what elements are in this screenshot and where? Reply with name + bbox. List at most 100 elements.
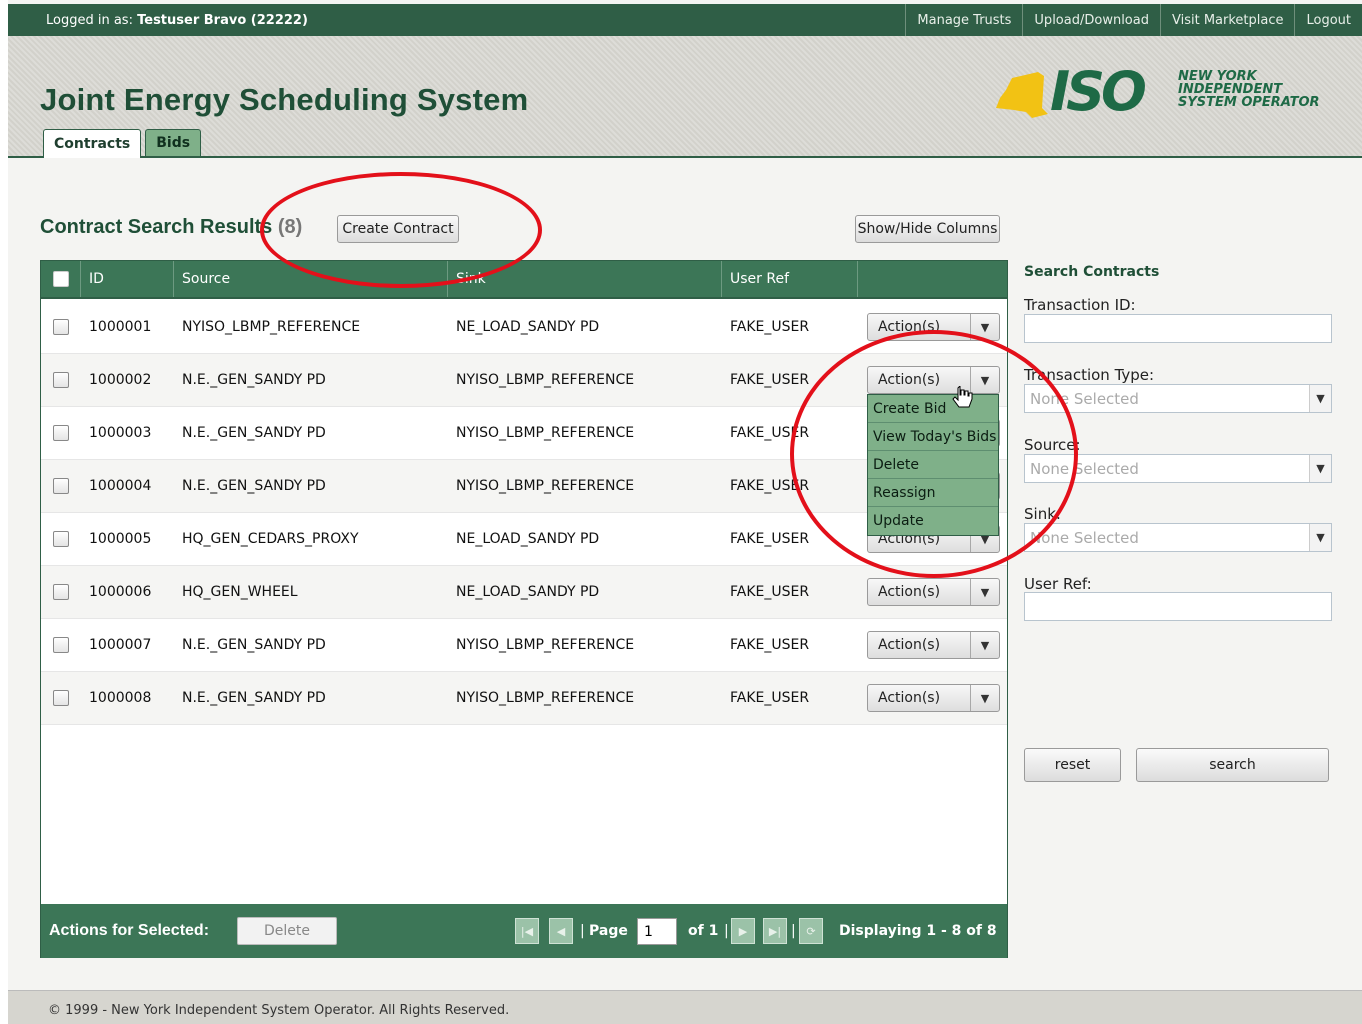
login-prefix: Logged in as: [46, 12, 133, 28]
cell-id: 1000006 [89, 584, 152, 600]
hand-cursor-icon [952, 386, 973, 408]
tab-contracts[interactable]: Contracts [43, 129, 142, 158]
copyright-text: © 1999 - New York Independent System Ope… [48, 1003, 510, 1018]
logo-iso-text: ISO [1050, 60, 1147, 123]
actions-label: Action(s) [868, 579, 971, 605]
cell-source: HQ_GEN_CEDARS_PROXY [182, 531, 359, 547]
row-checkbox[interactable] [53, 637, 69, 653]
page-header: Joint Energy Scheduling System Contracts… [8, 36, 1362, 158]
tab-bids[interactable]: Bids [145, 129, 202, 156]
transaction-id-input[interactable] [1024, 314, 1332, 343]
menu-item-view-todays-bids[interactable]: View Today's Bids [868, 423, 998, 451]
row-checkbox-cell [41, 584, 81, 600]
source-select[interactable]: None Selected ▼ [1024, 454, 1332, 483]
column-header-user-ref[interactable]: User Ref [722, 261, 858, 297]
reset-button[interactable]: reset [1024, 748, 1121, 782]
column-header-actions [858, 261, 1007, 297]
column-header-sink[interactable]: Sink [448, 261, 722, 297]
cell-id: 1000007 [89, 637, 152, 653]
upload-download-link[interactable]: Upload/Download [1022, 4, 1160, 36]
sink-label: Sink: [1024, 505, 1061, 523]
cell-user-ref: FAKE_USER [730, 478, 810, 494]
search-button[interactable]: search [1136, 748, 1329, 782]
user-ref-label: User Ref: [1024, 575, 1092, 593]
select-all-checkbox[interactable] [52, 271, 69, 287]
pager-separator-2: | [724, 923, 729, 939]
cell-source: N.E._GEN_SANDY PD [182, 372, 326, 388]
logo-subtext: NEW YORK INDEPENDENT SYSTEM OPERATOR [1178, 70, 1320, 109]
user-ref-input[interactable] [1024, 592, 1332, 621]
row-checkbox-cell [41, 425, 81, 441]
table-row[interactable]: 1000002 N.E._GEN_SANDY PD NYISO_LBMP_REFER… [41, 354, 1007, 407]
create-contract-button[interactable]: Create Contract [337, 215, 459, 243]
cell-source: N.E._GEN_SANDY PD [182, 637, 326, 653]
table-row[interactable]: 1000005 HQ_GEN_CEDARS_PROXY NE_LOAD_SANDY … [41, 513, 1007, 566]
chevron-down-icon: ▼ [980, 691, 990, 705]
column-header-source[interactable]: Source [174, 261, 448, 297]
next-page-icon[interactable]: ▶ [731, 918, 755, 944]
actions-dropdown-button[interactable]: Action(s)▼ [867, 578, 1000, 606]
actions-dropdown-button[interactable]: Action(s) ▼ [867, 631, 1000, 659]
row-checkbox[interactable] [53, 425, 69, 441]
table-row[interactable]: 1000008 N.E._GEN_SANDY PD NYISO_LBMP_REFER… [41, 672, 1007, 725]
cell-user-ref: FAKE_USER [730, 531, 810, 547]
manage-trusts-link[interactable]: Manage Trusts [905, 4, 1022, 36]
chevron-down-icon: ▼ [1309, 524, 1331, 551]
show-hide-columns-button[interactable]: Show/Hide Columns [855, 215, 1000, 243]
row-checkbox[interactable] [53, 531, 69, 547]
table-row[interactable]: 1000006 HQ_GEN_WHEEL NE_LOAD_SANDY PD FAKE_… [41, 566, 1007, 619]
actions-dropdown-button[interactable]: Action(s)▼ [867, 366, 1000, 394]
results-title-text: Contract Search Results [40, 216, 273, 238]
top-bar: Logged in as: Testuser Bravo (22222) Man… [8, 4, 1362, 36]
select-all-cell [41, 261, 81, 297]
chevron-down-icon: ▼ [1309, 385, 1331, 412]
search-contracts-panel: Search Contracts Transaction ID: Transac… [1024, 264, 1334, 621]
cell-user-ref: FAKE_USER [730, 372, 810, 388]
actions-label: Action(s) [868, 632, 971, 658]
table-row[interactable]: 1000001 NYISO_LBMP_REFERENCE NE_LOAD_SANDY… [41, 301, 1007, 354]
menu-item-create-bid[interactable]: Create Bid [868, 395, 998, 423]
page-of-label: of 1 [688, 923, 719, 939]
cell-id: 1000002 [89, 372, 152, 388]
row-checkbox[interactable] [53, 690, 69, 706]
column-header-id[interactable]: ID [81, 261, 174, 297]
results-count: (8) [277, 216, 303, 238]
row-checkbox[interactable] [53, 319, 69, 335]
page-number-input[interactable]: 1 [637, 918, 677, 945]
menu-item-update[interactable]: Update [868, 507, 998, 535]
table-row[interactable]: 1000004 N.E._GEN_SANDY PD NYISO_LBMP_REFER… [41, 460, 1007, 513]
refresh-icon[interactable]: ⟳ [799, 918, 823, 944]
cell-id: 1000001 [89, 319, 152, 335]
table-row[interactable]: 1000007 N.E._GEN_SANDY PD NYISO_LBMP_REFER… [41, 619, 1007, 672]
cell-id: 1000005 [89, 531, 152, 547]
row-checkbox-cell [41, 478, 81, 494]
row-checkbox-cell [41, 372, 81, 388]
logo-line-3: SYSTEM OPERATOR [1178, 95, 1320, 110]
logout-link[interactable]: Logout [1294, 4, 1362, 36]
cell-sink: NE_LOAD_SANDY PD [456, 531, 600, 547]
cell-user-ref: FAKE_USER [730, 319, 810, 335]
chevron-down-icon: ▼ [980, 320, 990, 334]
grid-header: ID Source Sink User Ref [41, 261, 1007, 299]
cell-user-ref: FAKE_USER [730, 425, 810, 441]
row-checkbox[interactable] [53, 478, 69, 494]
menu-item-delete[interactable]: Delete [868, 451, 998, 479]
chevron-down-icon: ▼ [1309, 455, 1331, 482]
actions-dropdown-button[interactable]: Action(s) ▼ [867, 684, 1000, 712]
displaying-count: Displaying 1 - 8 of 8 [839, 923, 997, 939]
visit-marketplace-link[interactable]: Visit Marketplace [1159, 4, 1295, 36]
last-page-icon[interactable]: ▶| [763, 918, 787, 944]
delete-selected-button[interactable]: Delete [237, 917, 337, 945]
row-checkbox[interactable] [53, 372, 69, 388]
transaction-type-select[interactable]: None Selected ▼ [1024, 384, 1332, 413]
row-checkbox[interactable] [53, 584, 69, 600]
actions-label: Action(s) [868, 685, 971, 711]
actions-dropdown-button[interactable]: Action(s)▼ [867, 313, 1000, 341]
first-page-icon[interactable]: |◀ [515, 918, 539, 944]
chevron-down-icon: ▼ [980, 638, 990, 652]
table-row[interactable]: 1000003 N.E._GEN_SANDY PD NYISO_LBMP_REFER… [41, 407, 1007, 460]
prev-page-icon[interactable]: ◀ [549, 918, 573, 944]
menu-item-reassign[interactable]: Reassign [868, 479, 998, 507]
cell-source: HQ_GEN_WHEEL [182, 584, 298, 600]
sink-select[interactable]: None Selected ▼ [1024, 523, 1332, 552]
